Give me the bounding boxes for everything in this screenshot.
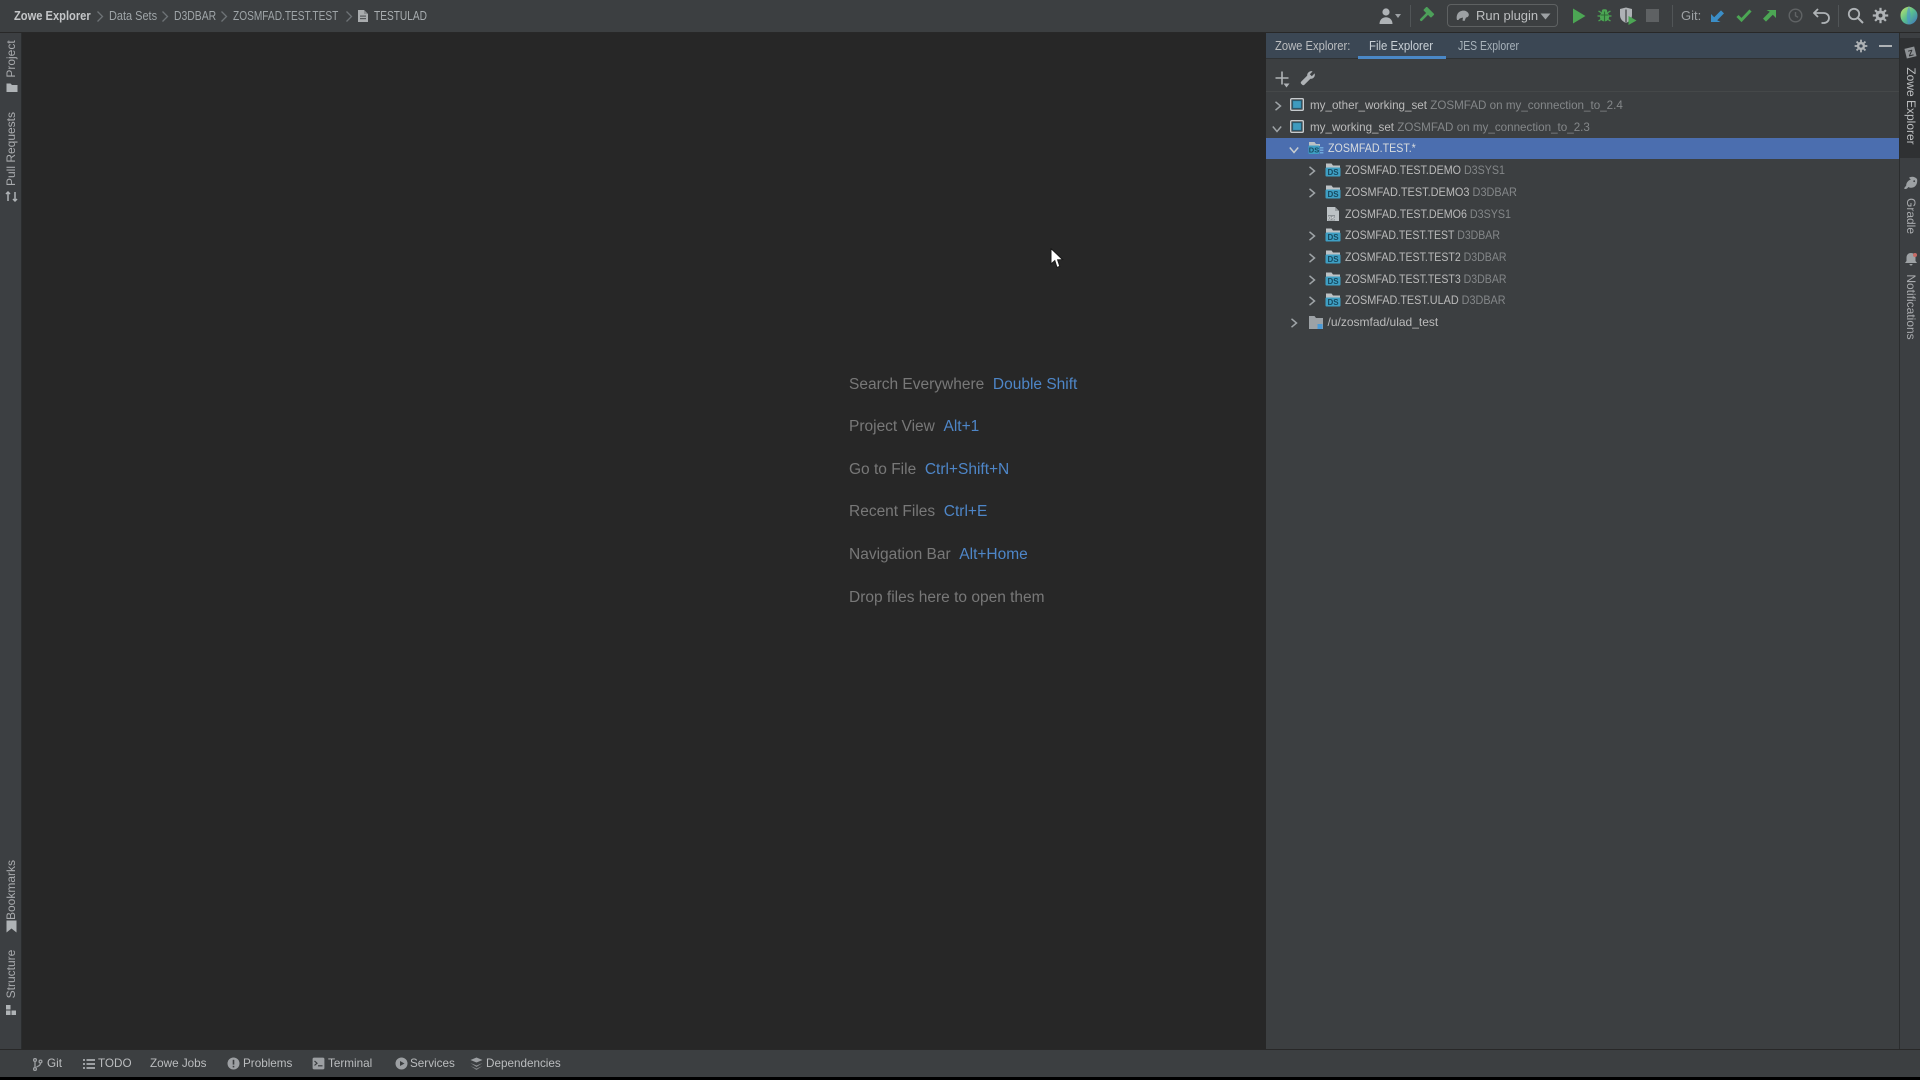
svg-text:DS: DS [1327, 190, 1339, 199]
svg-text:DS: DS [1309, 145, 1319, 154]
svg-text:DS: DS [1327, 233, 1339, 242]
svg-text:DS: DS [1327, 277, 1339, 286]
svg-text:DS: DS [1327, 255, 1339, 264]
svg-text:DS: DS [1327, 168, 1339, 177]
svg-text:DS: DS [1328, 216, 1335, 222]
svg-text:DS: DS [1327, 298, 1339, 307]
